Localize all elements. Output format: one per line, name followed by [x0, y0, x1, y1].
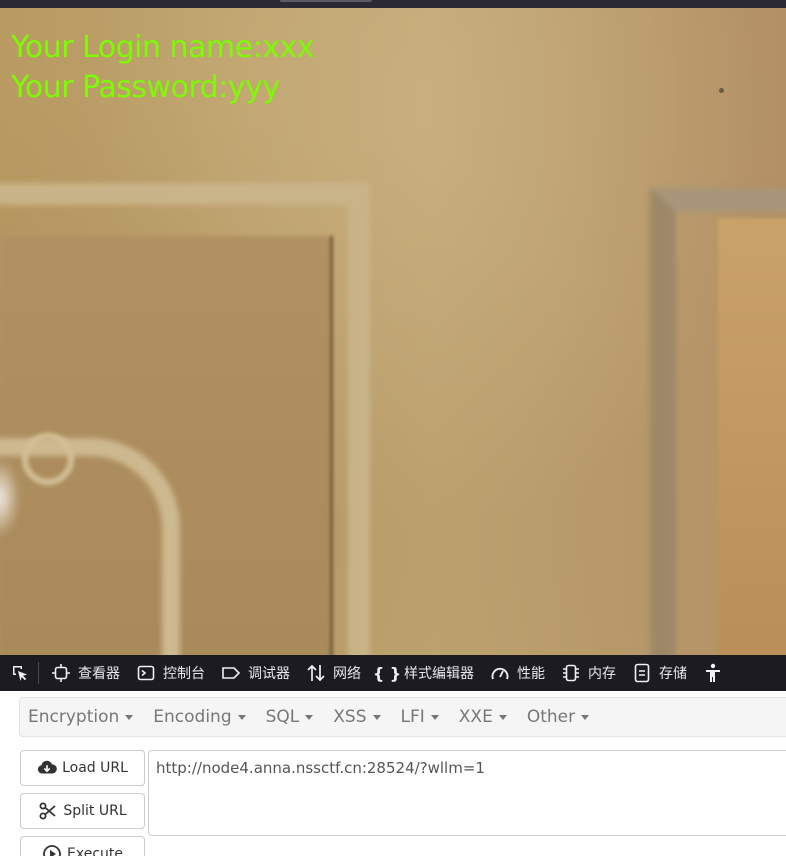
login-name-line: Your Login name:xxx	[11, 30, 315, 65]
caret-down-icon	[498, 714, 507, 720]
menu-label: XXE	[458, 707, 493, 727]
light-glare	[0, 458, 20, 538]
tab-console[interactable]: 控制台	[128, 655, 213, 691]
browser-window: Your Login name:xxx Your Password:yyy 查看…	[0, 0, 786, 856]
style-editor-icon: { }	[372, 663, 402, 683]
menu-label: LFI	[400, 707, 425, 727]
menu-label: XSS	[333, 707, 367, 727]
door-knob	[22, 433, 74, 485]
wall-spot	[719, 88, 724, 93]
tab-label: 样式编辑器	[404, 666, 474, 682]
door-right	[718, 218, 786, 655]
tab-label: 查看器	[78, 666, 120, 682]
tab-inspector[interactable]: 查看器	[43, 655, 128, 691]
hackbar-panel: Encryption Encoding SQL XSS LFI XXE Othe…	[0, 691, 786, 856]
accessibility-tab[interactable]	[695, 655, 738, 691]
credentials-text: Your Login name:xxx Your Password:yyy	[11, 28, 315, 108]
tab-performance[interactable]: 性能	[482, 655, 553, 691]
menu-label: Encryption	[28, 707, 120, 727]
caret-down-icon	[430, 714, 439, 720]
tab-style-editor[interactable]: { } 样式编辑器	[369, 655, 482, 691]
network-icon	[306, 663, 326, 683]
url-input[interactable]: http://node4.anna.nssctf.cn:28524/?wllm=…	[148, 750, 786, 836]
tab-label: 网络	[333, 666, 361, 682]
play-circle-icon	[42, 844, 62, 856]
hackbar-menu: Encryption Encoding SQL XSS LFI XXE Othe…	[19, 697, 786, 737]
execute-label: Execute	[67, 846, 123, 856]
split-url-label: Split URL	[63, 803, 127, 819]
tab-label: 性能	[517, 666, 545, 682]
menu-xss[interactable]: XSS	[325, 707, 392, 727]
memory-icon	[561, 663, 581, 683]
tab-label: 控制台	[163, 666, 205, 682]
inspector-icon	[51, 663, 71, 683]
execute-button[interactable]: Execute	[20, 836, 145, 856]
storage-icon	[632, 663, 652, 683]
menu-label: Other	[526, 707, 576, 727]
tab-label: 存储	[659, 666, 687, 682]
menu-encoding[interactable]: Encoding	[145, 707, 257, 727]
menu-label: SQL	[265, 707, 300, 727]
caret-down-icon	[305, 714, 314, 720]
debugger-icon	[221, 663, 241, 683]
menu-label: Encoding	[153, 707, 232, 727]
tab-memory[interactable]: 内存	[553, 655, 624, 691]
caret-down-icon	[237, 714, 246, 720]
menu-lfi[interactable]: LFI	[393, 707, 451, 727]
menu-other[interactable]: Other	[519, 707, 601, 727]
caret-down-icon	[125, 714, 134, 720]
toolbar-separator	[38, 662, 39, 684]
tab-debugger[interactable]: 调试器	[213, 655, 298, 691]
load-url-button[interactable]: Load URL	[20, 750, 145, 786]
caret-down-icon	[372, 714, 381, 720]
scissors-icon	[38, 801, 58, 821]
menu-xxe[interactable]: XXE	[451, 707, 519, 727]
caret-down-icon	[581, 714, 590, 720]
tab-label: 调试器	[248, 666, 290, 682]
password-line: Your Password:yyy	[11, 70, 280, 105]
tab-network[interactable]: 网络	[298, 655, 369, 691]
element-picker-button[interactable]	[0, 655, 36, 691]
web-content-area: Your Login name:xxx Your Password:yyy	[0, 8, 786, 655]
devtools-toolbar: 查看器 控制台 调试器 网络 { } 样式编辑器 性能 内存 存储	[0, 655, 786, 692]
split-url-button[interactable]: Split URL	[20, 793, 145, 829]
active-tab-indicator	[280, 0, 372, 2]
console-icon	[136, 663, 156, 683]
accessibility-icon	[703, 663, 723, 683]
browser-tab-strip	[0, 0, 786, 8]
load-url-label: Load URL	[62, 760, 128, 776]
performance-icon	[490, 663, 510, 683]
menu-encryption[interactable]: Encryption	[20, 707, 145, 727]
tab-label: 内存	[588, 666, 616, 682]
tab-storage[interactable]: 存储	[624, 655, 695, 691]
cloud-download-icon	[37, 758, 57, 778]
element-picker-icon	[10, 663, 30, 683]
menu-sql[interactable]: SQL	[258, 707, 326, 727]
